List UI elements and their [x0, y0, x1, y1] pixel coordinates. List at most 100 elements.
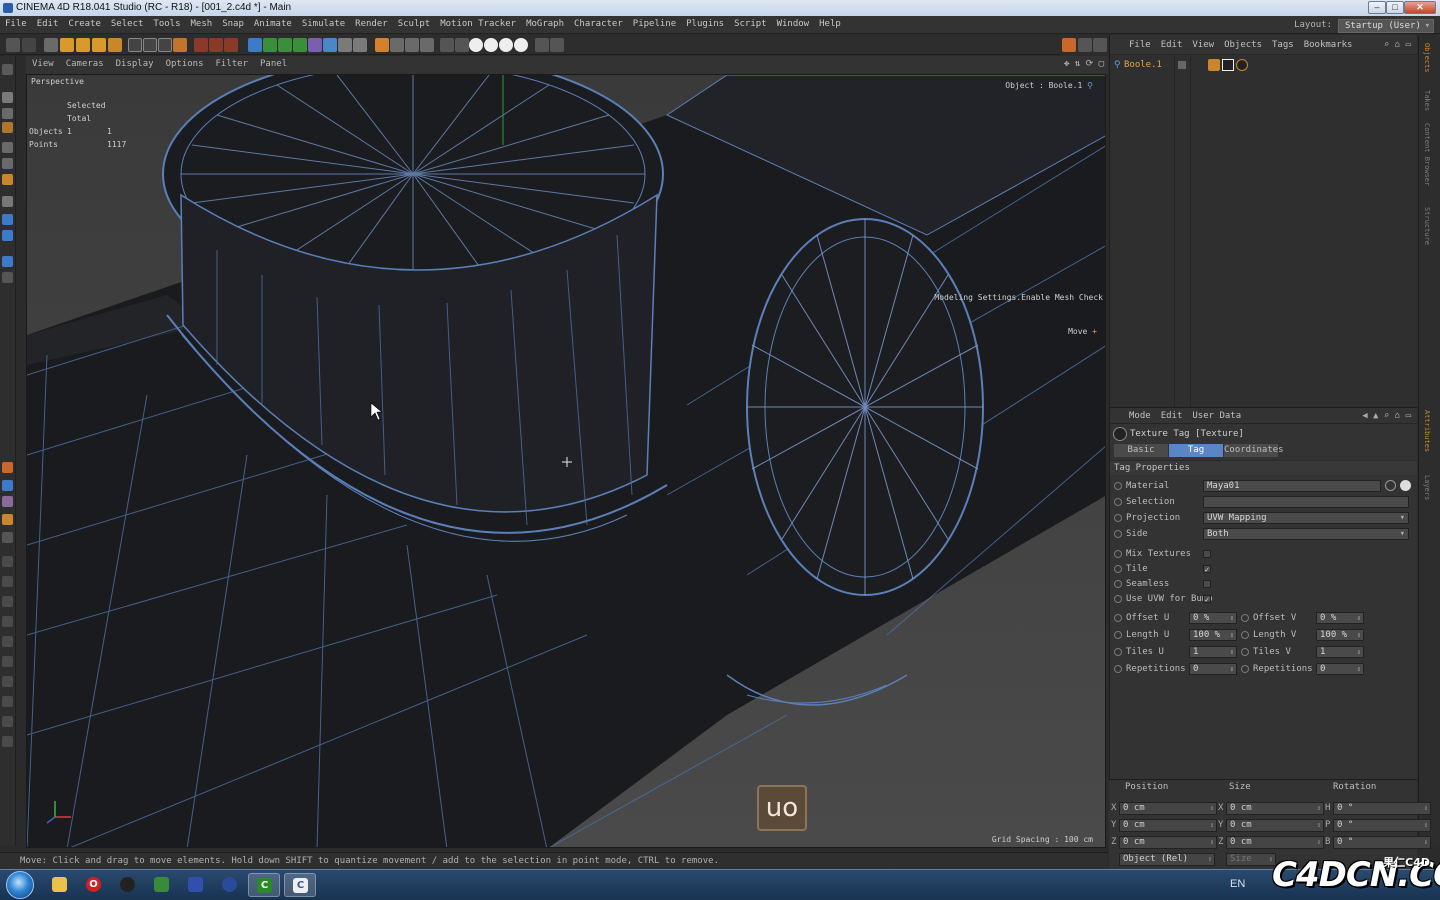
projection-dropdown[interactable]: UVW Mapping: [1203, 512, 1409, 524]
y-axis-lock-icon[interactable]: [143, 38, 157, 52]
make-editable-icon[interactable]: [2, 64, 13, 75]
perspective-viewport[interactable]: Perspective Selected Total Objects 1 1 Poi…: [26, 74, 1106, 848]
rotation-p-field[interactable]: 0 °: [1333, 819, 1431, 832]
cube-primitive-icon[interactable]: [248, 38, 262, 52]
position-y-field[interactable]: 0 cm: [1119, 819, 1217, 832]
animate-dot-icon[interactable]: [1114, 565, 1122, 573]
dissolve-icon[interactable]: [2, 656, 13, 667]
snap-icon[interactable]: [420, 38, 434, 52]
polygons-mode-icon[interactable]: [499, 38, 513, 52]
am-menu-user-data[interactable]: User Data: [1187, 408, 1246, 424]
animate-dot-icon[interactable]: [1241, 665, 1249, 673]
quantize-icon[interactable]: [2, 256, 13, 267]
knife-icon[interactable]: [390, 38, 404, 52]
lock-workplane-icon[interactable]: [2, 272, 13, 283]
loop-cut-icon[interactable]: [2, 616, 13, 627]
offset-u-field[interactable]: 0 %: [1189, 612, 1237, 624]
animate-dot-icon[interactable]: [1114, 498, 1122, 506]
start-button[interactable]: [6, 871, 34, 899]
polygons-icon[interactable]: [2, 174, 13, 185]
tiles-u-field[interactable]: 1: [1189, 646, 1237, 658]
weld-icon[interactable]: [2, 532, 13, 543]
tab-coordinates[interactable]: Coordinates: [1224, 444, 1284, 457]
viewport-menu-panel[interactable]: Panel: [254, 56, 293, 73]
camera-icon[interactable]: [338, 38, 352, 52]
taskbar-app6[interactable]: [214, 873, 246, 897]
menu-tools[interactable]: Tools: [148, 16, 185, 33]
mix-textures-checkbox[interactable]: [1203, 550, 1211, 558]
menu-snap[interactable]: Snap: [217, 16, 249, 33]
fill-icon[interactable]: [2, 514, 13, 525]
magnet-icon[interactable]: [2, 716, 13, 727]
viewport-menu-options[interactable]: Options: [160, 56, 210, 73]
taskbar-cinema4d[interactable]: C: [284, 873, 316, 897]
size-x-field[interactable]: 0 cm: [1226, 802, 1324, 815]
animate-dot-icon[interactable]: [1114, 550, 1122, 558]
scale-tool-icon[interactable]: [76, 38, 90, 52]
size-mode-dropdown[interactable]: Size: [1226, 853, 1276, 866]
length-u-field[interactable]: 100 %: [1189, 629, 1237, 641]
menu-help[interactable]: Help: [814, 16, 846, 33]
animate-dot-icon[interactable]: [1241, 614, 1249, 622]
material-link-icon[interactable]: [1385, 480, 1396, 491]
points-mode-icon[interactable]: [469, 38, 483, 52]
taskbar-app3[interactable]: [112, 873, 144, 897]
am-menu-edit[interactable]: Edit: [1156, 408, 1188, 424]
light-icon[interactable]: [353, 38, 367, 52]
am-menu-mode[interactable]: Mode: [1124, 408, 1156, 424]
position-z-field[interactable]: 0 cm: [1119, 836, 1217, 849]
menu-create[interactable]: Create: [63, 16, 106, 33]
menu-edit[interactable]: Edit: [32, 16, 64, 33]
slide-icon[interactable]: [2, 636, 13, 647]
single-view-icon[interactable]: [1062, 38, 1076, 52]
viewport-menu-filter[interactable]: Filter: [210, 56, 255, 73]
texture-tag-icon[interactable]: [1236, 59, 1248, 71]
maximize-button[interactable]: □: [1386, 1, 1404, 14]
panel-arrange-icon[interactable]: [1093, 38, 1107, 52]
menu-simulate[interactable]: Simulate: [297, 16, 350, 33]
repetitions-u-field[interactable]: 0: [1189, 663, 1237, 675]
tile-checkbox[interactable]: ✓: [1203, 565, 1211, 574]
live-selection-icon[interactable]: [44, 38, 58, 52]
viewport-layout-icon[interactable]: [1078, 38, 1092, 52]
menu-pipeline[interactable]: Pipeline: [628, 16, 681, 33]
om-menu-edit[interactable]: Edit: [1156, 35, 1188, 55]
tweak-mode-icon[interactable]: [550, 38, 564, 52]
uv-mode-icon[interactable]: [514, 38, 528, 52]
texture-icon[interactable]: [2, 108, 13, 119]
pen-spline-icon[interactable]: [263, 38, 277, 52]
om-menu-objects[interactable]: Objects: [1219, 35, 1267, 55]
language-indicator[interactable]: EN: [1230, 878, 1245, 890]
subdivision-surface-icon[interactable]: [278, 38, 292, 52]
viewport-menu-display[interactable]: Display: [110, 56, 160, 73]
rotate-tool-icon[interactable]: [92, 38, 106, 52]
side-tab-content-browser[interactable]: Content Browser: [1423, 123, 1431, 186]
model-mode-icon[interactable]: [440, 38, 454, 52]
bevel-icon[interactable]: [2, 596, 13, 607]
side-tab-layers[interactable]: Layers: [1423, 475, 1431, 500]
animate-dot-icon[interactable]: [1114, 580, 1122, 588]
render-picture-viewer-icon[interactable]: [209, 38, 223, 52]
taskbar-app7[interactable]: C: [248, 873, 280, 897]
menu-render[interactable]: Render: [350, 16, 393, 33]
tiles-v-field[interactable]: 1: [1316, 646, 1364, 658]
wrap-icon[interactable]: [2, 496, 13, 507]
animate-dot-icon[interactable]: [1241, 631, 1249, 639]
side-tab-structure[interactable]: Structure: [1423, 207, 1431, 245]
menu-mograph[interactable]: MoGraph: [521, 16, 569, 33]
side-tab-attributes[interactable]: Attributes: [1423, 410, 1431, 452]
material-pick-icon[interactable]: [1400, 480, 1411, 491]
animate-dot-icon[interactable]: [1114, 595, 1122, 603]
menu-motion-tracker[interactable]: Motion Tracker: [435, 16, 521, 33]
workplane-toggle-icon[interactable]: [2, 230, 13, 241]
deformer-icon[interactable]: [308, 38, 322, 52]
bridge-icon[interactable]: [2, 556, 13, 567]
size-y-field[interactable]: 0 cm: [1226, 819, 1324, 832]
animate-dot-icon[interactable]: [1114, 530, 1122, 538]
close-button[interactable]: ✕: [1404, 1, 1436, 14]
minimize-button[interactable]: –: [1368, 1, 1386, 14]
undo-icon[interactable]: [6, 38, 20, 52]
animate-dot-icon[interactable]: [1114, 614, 1122, 622]
size-z-field[interactable]: 0 cm: [1226, 836, 1324, 849]
use-uvw-bump-checkbox[interactable]: ✓: [1203, 595, 1211, 604]
